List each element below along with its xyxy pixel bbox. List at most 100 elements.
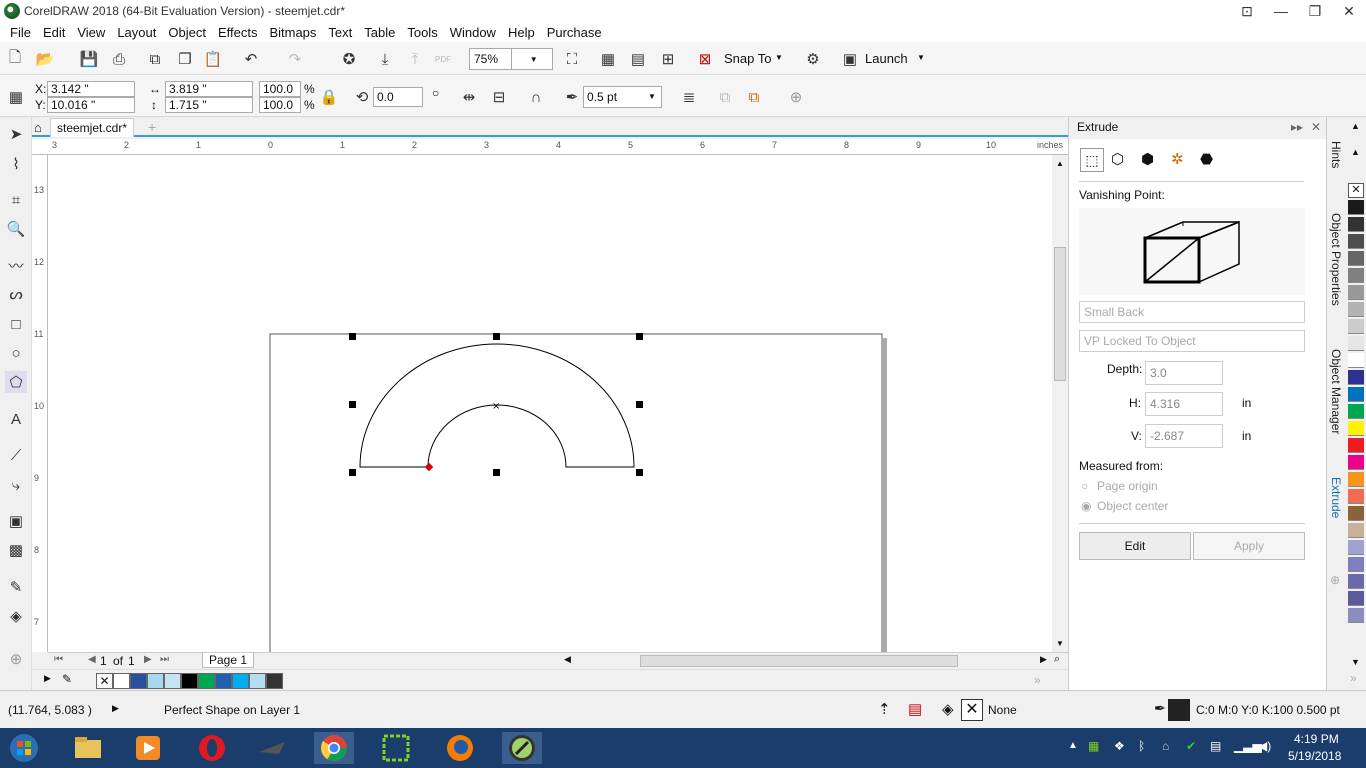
extrude-color-icon[interactable]: ⬢: [1141, 150, 1154, 168]
color-swatch[interactable]: [1348, 540, 1364, 555]
chrome-icon[interactable]: [314, 732, 354, 764]
status-menu-icon[interactable]: ▶: [112, 703, 119, 714]
extrude-rotation-icon[interactable]: ⬡: [1111, 150, 1124, 168]
dropbox-icon[interactable]: ❖: [1114, 739, 1125, 753]
redo-icon[interactable]: ↷: [284, 48, 306, 70]
extrude-lighting-icon[interactable]: ✲: [1171, 150, 1184, 168]
document-export-icon[interactable]: ⇡: [878, 700, 891, 718]
scroll-up-icon[interactable]: ▲: [1056, 159, 1064, 168]
page-tab[interactable]: Page 1: [202, 653, 255, 668]
tray-expand-icon[interactable]: ▲: [1068, 740, 1078, 751]
menu-edit[interactable]: Edit: [37, 25, 71, 40]
color-swatch[interactable]: [215, 673, 232, 689]
palette-expand-icon[interactable]: »: [1350, 671, 1357, 685]
close-button[interactable]: ✕: [1332, 0, 1366, 22]
coreldraw-taskbar-icon[interactable]: [502, 732, 542, 764]
color-swatch[interactable]: [1348, 387, 1364, 402]
volume-icon[interactable]: ◀): [1258, 739, 1271, 753]
scroll-thumb[interactable]: [1054, 247, 1066, 381]
color-swatch[interactable]: [164, 673, 181, 689]
vertical-ruler[interactable]: 13 12 11 10 9 8 7: [32, 155, 48, 652]
edit-button[interactable]: Edit: [1079, 532, 1191, 560]
palette-scroll-up-icon[interactable]: ▲: [1351, 147, 1360, 157]
color-swatch[interactable]: [1348, 217, 1364, 232]
menu-object[interactable]: Object: [162, 25, 212, 40]
connector-tool-icon[interactable]: ⤷: [5, 474, 27, 496]
color-swatch[interactable]: [266, 673, 283, 689]
h-field[interactable]: 4.316: [1145, 392, 1223, 416]
palette-scroll-up-icon[interactable]: ▲: [1351, 121, 1360, 131]
transparency-tool-icon[interactable]: ▩: [5, 539, 27, 561]
rotation-field[interactable]: 0.0: [373, 87, 423, 107]
menu-effects[interactable]: Effects: [212, 25, 264, 40]
undo-icon[interactable]: ↶: [240, 48, 262, 70]
bluetooth-icon[interactable]: ᛒ: [1138, 739, 1145, 753]
outline-pen-icon[interactable]: ✒: [1154, 700, 1166, 717]
interactive-fill-icon[interactable]: ◈: [5, 605, 27, 627]
polygon-tool-icon[interactable]: ⬠: [5, 371, 27, 393]
scale-y-field[interactable]: 100.0: [259, 97, 301, 113]
file-explorer-icon[interactable]: [68, 732, 108, 764]
apply-button[interactable]: Apply: [1193, 532, 1305, 560]
v-field[interactable]: -2.687: [1145, 424, 1223, 448]
zoom-level-select[interactable]: 75% ▼: [469, 48, 553, 70]
color-swatch[interactable]: [1348, 302, 1364, 317]
search-content-icon[interactable]: ✪: [338, 48, 360, 70]
color-proof-icon[interactable]: ▤: [908, 700, 922, 718]
color-swatch[interactable]: [1348, 251, 1364, 266]
menu-bitmaps[interactable]: Bitmaps: [263, 25, 322, 40]
show-rulers-icon[interactable]: ▦: [597, 48, 619, 70]
freehand-tool-icon[interactable]: 〰: [5, 254, 27, 276]
mirror-horizontal-icon[interactable]: ⇹: [458, 86, 480, 108]
show-grid-icon[interactable]: ▤: [627, 48, 649, 70]
drawing-canvas[interactable]: ×: [48, 155, 1052, 652]
last-page-icon[interactable]: ⏭: [160, 654, 169, 665]
outline-pen-icon[interactable]: ✒: [561, 86, 583, 108]
scroll-right-icon[interactable]: ▶: [1040, 654, 1047, 665]
color-swatch[interactable]: [1348, 608, 1364, 623]
tab-object-properties[interactable]: Object Properties: [1329, 213, 1343, 306]
add-icon[interactable]: ⊕: [785, 86, 807, 108]
menu-file[interactable]: File: [4, 25, 37, 40]
docker-close-icon[interactable]: ✕: [1311, 120, 1321, 134]
account-icon[interactable]: ⊡: [1230, 0, 1264, 22]
eyedropper-icon[interactable]: ✎: [62, 672, 72, 686]
color-swatch[interactable]: [1348, 591, 1364, 606]
magnet-icon[interactable]: ∩: [525, 86, 547, 108]
no-color-swatch[interactable]: ✕: [96, 673, 113, 689]
extrude-type-select[interactable]: Small Back: [1079, 301, 1305, 323]
zoom-tool-icon[interactable]: 🔍: [5, 218, 27, 240]
color-swatch[interactable]: [1348, 489, 1364, 504]
snap-off-icon[interactable]: ⊠: [694, 48, 716, 70]
color-swatch[interactable]: [1348, 523, 1364, 538]
horizontal-scroll-thumb[interactable]: [640, 655, 958, 667]
menu-window[interactable]: Window: [444, 25, 502, 40]
color-swatch[interactable]: [198, 673, 215, 689]
windows-start-icon[interactable]: [4, 732, 44, 764]
vanishing-point-select[interactable]: VP Locked To Object: [1079, 330, 1305, 352]
drop-shadow-tool-icon[interactable]: ▣: [5, 510, 27, 532]
color-swatch[interactable]: [1348, 455, 1364, 470]
color-swatch[interactable]: [113, 673, 130, 689]
radio-object-center[interactable]: ◉: [1081, 499, 1091, 513]
color-swatch[interactable]: [249, 673, 266, 689]
color-swatch[interactable]: [1348, 268, 1364, 283]
firefox-icon[interactable]: [440, 732, 480, 764]
reference-point-icon[interactable]: ▦: [5, 86, 27, 108]
color-swatch[interactable]: [1348, 319, 1364, 334]
ellipse-tool-icon[interactable]: ○: [5, 342, 27, 364]
save-icon[interactable]: 💾: [78, 48, 100, 70]
rectangle-tool-icon[interactable]: □: [5, 313, 27, 335]
color-swatch[interactable]: [1348, 574, 1364, 589]
menu-layout[interactable]: Layout: [111, 25, 162, 40]
color-swatch[interactable]: [147, 673, 164, 689]
add-tool-icon[interactable]: ⊕: [5, 648, 27, 670]
color-swatch[interactable]: [232, 673, 249, 689]
y-position-field[interactable]: 10.016 ": [47, 97, 135, 113]
cut-icon[interactable]: ⧉: [144, 48, 166, 70]
menu-tools[interactable]: Tools: [401, 25, 443, 40]
launch-icon[interactable]: ▣: [839, 48, 861, 70]
radio-page-origin[interactable]: ○: [1081, 479, 1088, 493]
tray-app-icon[interactable]: ▦: [1088, 739, 1099, 753]
dimension-tool-icon[interactable]: ⟋: [5, 444, 27, 466]
